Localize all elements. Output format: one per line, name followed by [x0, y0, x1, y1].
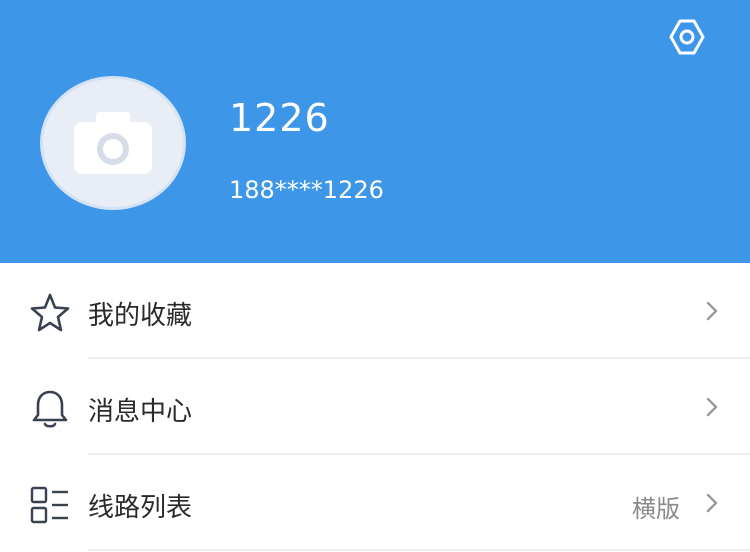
chevron-right-icon	[706, 397, 718, 417]
list-icon	[28, 483, 72, 527]
gear-icon	[669, 19, 705, 55]
menu-item-label: 我的收藏	[88, 301, 193, 331]
phone-number: 188****1226	[229, 176, 384, 204]
settings-button[interactable]	[664, 14, 710, 60]
avatar[interactable]	[40, 76, 186, 210]
camera-icon	[74, 112, 152, 174]
menu-item-label: 消息中心	[88, 397, 193, 427]
divider	[88, 549, 750, 551]
menu-item-favorites[interactable]: 我的收藏	[0, 263, 750, 359]
menu-item-messages[interactable]: 消息中心	[0, 359, 750, 455]
route-layout-value: 横版	[632, 495, 680, 523]
star-icon	[28, 291, 72, 335]
menu-list: 我的收藏 消息中心 线路列表 横版	[0, 263, 750, 551]
bell-icon	[28, 387, 72, 431]
username: 1226	[229, 96, 330, 140]
chevron-right-icon	[706, 493, 718, 513]
menu-item-routes[interactable]: 线路列表 横版	[0, 455, 750, 551]
chevron-right-icon	[706, 301, 718, 321]
menu-item-label: 线路列表	[88, 493, 193, 523]
profile-header: 1226 188****1226	[0, 0, 750, 263]
